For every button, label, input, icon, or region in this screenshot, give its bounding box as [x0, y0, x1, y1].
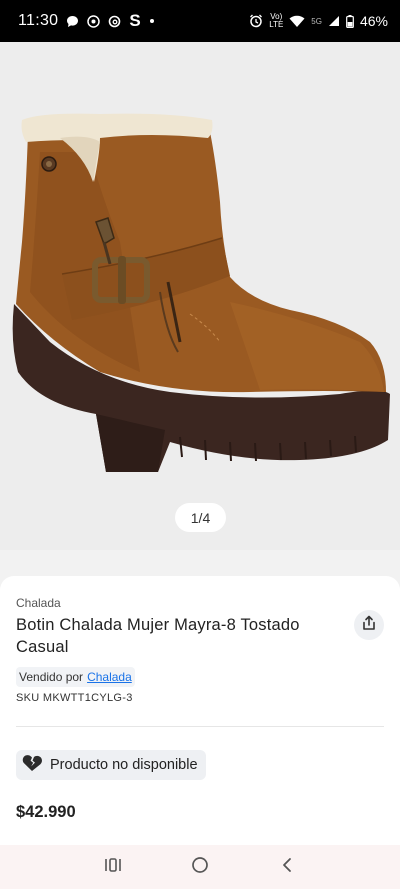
back-button[interactable]	[267, 847, 307, 887]
more-notifications-dot-icon	[149, 18, 155, 24]
chat-bubble-icon	[66, 15, 79, 28]
volte-indicator: Vo) LTE	[269, 12, 284, 29]
recents-icon	[104, 857, 122, 878]
system-navigation-bar	[0, 845, 400, 889]
status-time: 11:30	[18, 12, 59, 29]
product-info-section: Chalada Botin Chalada Mujer Mayra-8 Tost…	[0, 550, 400, 856]
product-title: Botin Chalada Mujer Mayra-8 Tostado Casu…	[16, 616, 300, 656]
signal-icon	[328, 15, 340, 27]
divider	[16, 726, 384, 727]
alarm-icon	[249, 14, 263, 28]
media-icon	[87, 14, 101, 28]
network-type-label: 5G	[311, 16, 322, 26]
share-icon	[361, 615, 377, 636]
home-icon	[191, 856, 209, 879]
availability-text: Producto no disponible	[50, 757, 198, 773]
recents-button[interactable]	[93, 847, 133, 887]
broken-heart-icon	[22, 754, 42, 776]
product-brand[interactable]: Chalada	[16, 596, 61, 610]
availability-badge: Producto no disponible	[16, 750, 206, 780]
product-price: $42.990	[16, 803, 76, 821]
battery-icon	[346, 14, 354, 28]
product-sku: SKU MKWTT1CYLG-3	[16, 692, 133, 704]
share-button[interactable]	[354, 610, 384, 640]
battery-percent: 46%	[359, 13, 388, 29]
sold-by-badge: Vendido por Chalada	[16, 667, 135, 687]
back-icon	[281, 857, 293, 878]
product-info-card: Chalada Botin Chalada Mujer Mayra-8 Tost…	[0, 576, 400, 856]
image-pager-indicator: 1/4	[175, 503, 226, 532]
home-button[interactable]	[180, 847, 220, 887]
product-image	[12, 113, 391, 472]
sold-by-label: Vendido por	[19, 670, 84, 684]
seller-link[interactable]: Chalada	[87, 670, 132, 684]
product-image-gallery[interactable]: 1/4	[0, 42, 400, 550]
s-app-icon: S	[129, 11, 141, 30]
threads-icon	[108, 15, 121, 28]
status-bar: 11:30 S Vo) LTE 5G 46%	[0, 0, 400, 42]
wifi-icon	[289, 15, 305, 28]
